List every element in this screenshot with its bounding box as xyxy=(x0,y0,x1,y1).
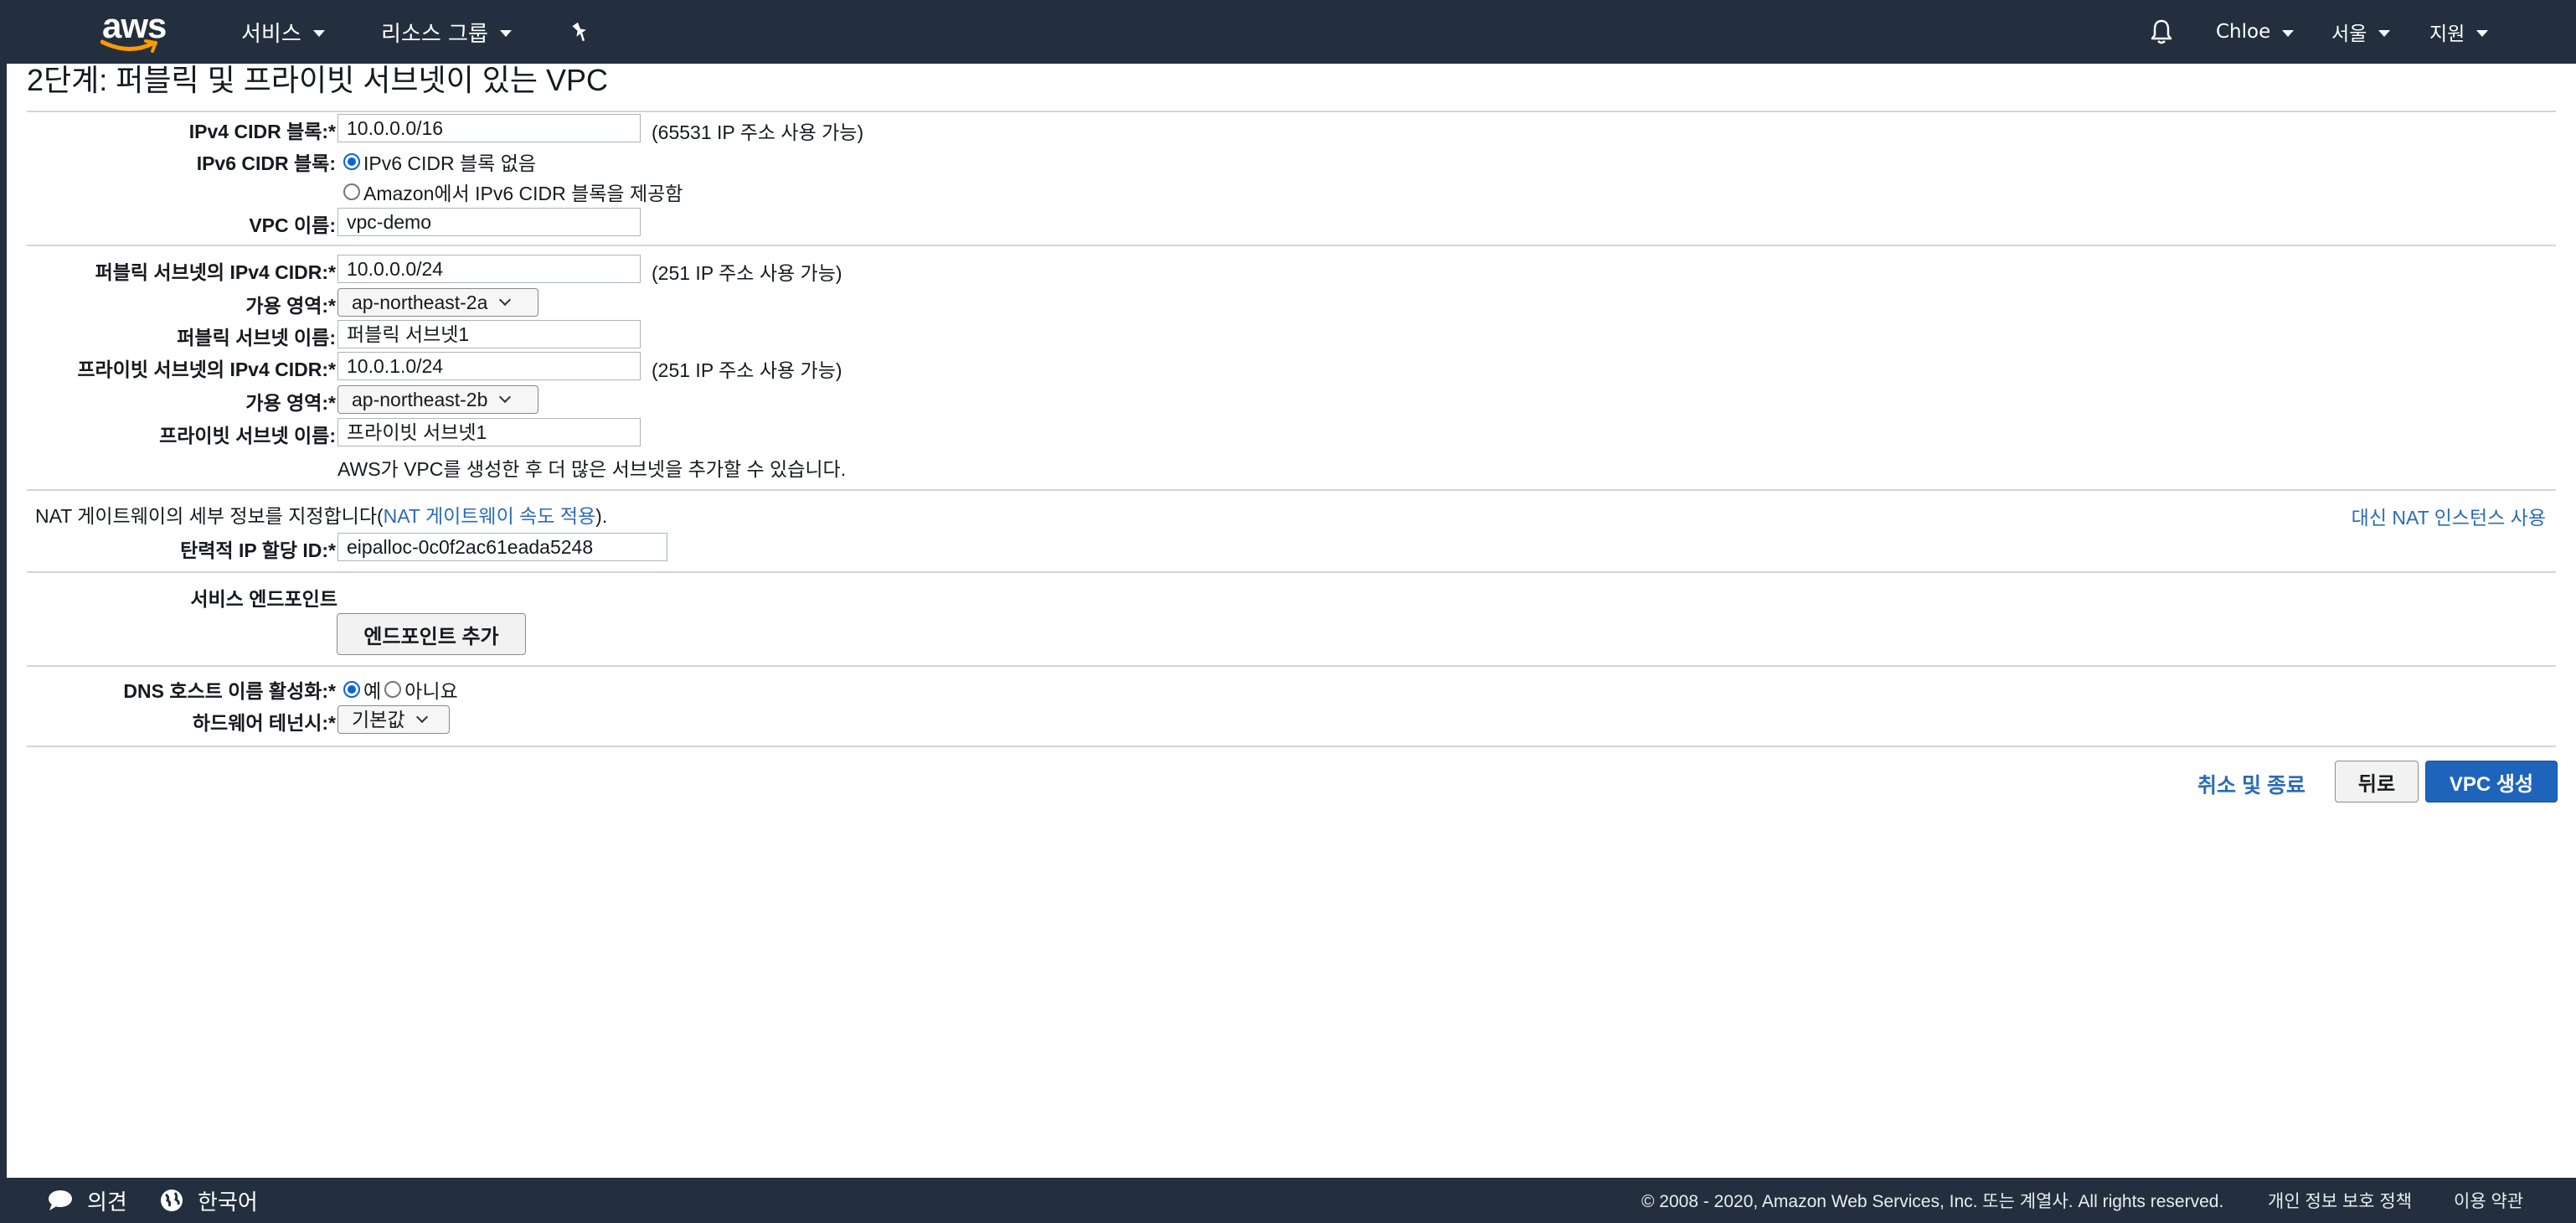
footer: 의견 한국어 © 2008 - 2020, Amazon Web Service… xyxy=(7,1178,2576,1223)
divider xyxy=(27,746,2556,747)
private-subnet-cidr-input[interactable]: 10.0.1.0/24 xyxy=(337,352,641,380)
public-subnet-name-input[interactable]: 퍼블릭 서브넷1 xyxy=(337,320,641,348)
divider xyxy=(27,665,2556,667)
nat-instance-link[interactable]: 대신 NAT 인스턴스 사용 xyxy=(2352,502,2546,530)
divider xyxy=(27,111,2556,112)
private-az-value: ap-northeast-2b xyxy=(352,389,488,410)
globe-icon xyxy=(161,1189,183,1211)
private-az-select[interactable]: ap-northeast-2b xyxy=(337,385,538,414)
feedback-label: 의견 xyxy=(87,1189,127,1215)
support-label: 지원 xyxy=(2429,23,2465,45)
top-navigation: aws 서비스 리소스 그룹 Chloe 서울 지원 xyxy=(7,0,2576,64)
ipv4-cidr-input[interactable]: 10.0.0.0/16 xyxy=(337,114,641,142)
nat-intro-suffix: ). xyxy=(595,505,608,527)
services-menu[interactable]: 서비스 xyxy=(241,0,325,64)
services-label: 서비스 xyxy=(241,21,301,47)
chevron-down-icon xyxy=(2378,30,2391,37)
eip-label: 탄력적 IP 할당 ID:* xyxy=(180,539,336,561)
resource-groups-label: 리소스 그룹 xyxy=(381,21,488,47)
private-subnet-name-label: 프라이빗 서브넷 이름: xyxy=(159,425,336,446)
feedback-button[interactable]: 의견 xyxy=(47,1178,127,1223)
private-subnet-cidr-label: 프라이빗 서브넷의 IPv4 CIDR:* xyxy=(77,359,336,380)
account-menu[interactable]: Chloe xyxy=(2216,0,2295,64)
divider xyxy=(27,571,2556,573)
subnet-note: AWS가 VPC를 생성한 후 더 많은 서브넷을 추가할 수 있습니다. xyxy=(337,458,847,480)
chevron-down-icon xyxy=(312,30,325,37)
chevron-down-icon xyxy=(2476,30,2489,37)
ipv6-none-radio[interactable] xyxy=(343,153,360,170)
back-button[interactable]: 뒤로 xyxy=(2335,761,2419,802)
private-subnet-cidr-hint: (251 IP 주소 사용 가능) xyxy=(652,359,842,381)
dns-no-radio[interactable] xyxy=(384,681,402,698)
resource-groups-menu[interactable]: 리소스 그룹 xyxy=(381,0,512,64)
chevron-down-icon xyxy=(499,293,512,307)
ipv6-amazon-option[interactable]: Amazon에서 IPv6 CIDR 블록을 제공함 xyxy=(343,178,683,206)
language-label: 한국어 xyxy=(198,1189,258,1215)
add-endpoint-button[interactable]: 엔드포인트 추가 xyxy=(337,613,526,655)
nat-intro: NAT 게이트웨이의 세부 정보를 지정합니다(NAT 게이트웨이 속도 적용)… xyxy=(35,500,607,529)
ipv6-none-label: IPv6 CIDR 블록 없음 xyxy=(363,152,537,174)
page-title: 2단계: 퍼블릭 및 프라이빗 서브넷이 있는 VPC xyxy=(27,63,608,97)
ipv6-amazon-label: Amazon에서 IPv6 CIDR 블록을 제공함 xyxy=(363,183,683,204)
ipv4-cidr-hint: (65531 IP 주소 사용 가능) xyxy=(652,121,864,143)
feedback-icon xyxy=(49,1190,72,1210)
terms-link[interactable]: 이용 약관 xyxy=(2454,1178,2523,1223)
ipv6-amazon-radio[interactable] xyxy=(343,183,360,200)
chevron-down-icon xyxy=(416,710,429,724)
vpc-name-label: VPC 이름: xyxy=(249,214,336,236)
public-az-label: 가용 영역:* xyxy=(245,295,336,317)
ipv6-cidr-label: IPv6 CIDR 블록: xyxy=(196,152,336,174)
pin-icon[interactable] xyxy=(569,0,591,64)
language-selector[interactable]: 한국어 xyxy=(159,1178,258,1223)
public-subnet-name-label: 퍼블릭 서브넷 이름: xyxy=(177,327,336,348)
ipv4-cidr-label: IPv4 CIDR 블록:* xyxy=(188,121,336,142)
vpc-name-input[interactable]: vpc-demo xyxy=(337,208,641,236)
bell-icon[interactable] xyxy=(2149,0,2174,64)
tenancy-label: 하드웨어 테넌시:* xyxy=(192,712,336,734)
private-az-label: 가용 영역:* xyxy=(245,392,336,414)
dns-hostnames-label: DNS 호스트 이름 활성화:* xyxy=(123,680,336,702)
divider xyxy=(27,489,2556,491)
public-subnet-cidr-label: 퍼블릭 서브넷의 IPv4 CIDR:* xyxy=(95,261,336,283)
nat-rate-link[interactable]: NAT 게이트웨이 속도 적용 xyxy=(384,505,596,527)
public-subnet-cidr-input[interactable]: 10.0.0.0/24 xyxy=(337,255,641,283)
nat-intro-prefix: NAT 게이트웨이의 세부 정보를 지정합니다( xyxy=(35,505,384,527)
copyright-text: © 2008 - 2020, Amazon Web Services, Inc.… xyxy=(1641,1192,2224,1211)
dns-yes-radio[interactable] xyxy=(343,681,360,698)
public-az-value: ap-northeast-2a xyxy=(352,292,488,313)
cancel-exit-link[interactable]: 취소 및 종료 xyxy=(2197,769,2306,799)
chevron-down-icon xyxy=(2282,30,2295,37)
eip-input[interactable]: eipalloc-0c0f2ac61eada5248 xyxy=(337,533,667,561)
ipv6-none-option[interactable]: IPv6 CIDR 블록 없음 xyxy=(343,147,536,176)
dns-options: 예 아니요 xyxy=(343,675,458,704)
main-content: 2단계: 퍼블릭 및 프라이빗 서브넷이 있는 VPC IPv4 CIDR 블록… xyxy=(7,64,2576,1178)
region-name: 서울 xyxy=(2331,23,2367,45)
chevron-down-icon xyxy=(499,30,512,37)
tenancy-value: 기본값 xyxy=(352,709,405,730)
account-name: Chloe xyxy=(2216,21,2271,43)
private-subnet-name-input[interactable]: 프라이빗 서브넷1 xyxy=(337,418,641,446)
divider xyxy=(27,245,2556,246)
dns-no-label: 아니요 xyxy=(404,680,458,702)
chevron-down-icon xyxy=(499,390,512,404)
create-vpc-button[interactable]: VPC 생성 xyxy=(2425,761,2558,802)
tenancy-select[interactable]: 기본값 xyxy=(337,705,450,734)
privacy-link[interactable]: 개인 정보 보호 정책 xyxy=(2268,1178,2412,1223)
aws-logo[interactable]: aws xyxy=(97,8,167,55)
public-subnet-cidr-hint: (251 IP 주소 사용 가능) xyxy=(652,262,842,284)
service-endpoints-label: 서비스 엔드포인트 xyxy=(190,588,337,610)
region-menu[interactable]: 서울 xyxy=(2331,0,2391,64)
aws-smile-icon xyxy=(100,39,157,53)
support-menu[interactable]: 지원 xyxy=(2429,0,2489,64)
dns-yes-label: 예 xyxy=(363,680,382,702)
left-edge-bar xyxy=(0,0,7,1223)
public-az-select[interactable]: ap-northeast-2a xyxy=(337,288,538,317)
